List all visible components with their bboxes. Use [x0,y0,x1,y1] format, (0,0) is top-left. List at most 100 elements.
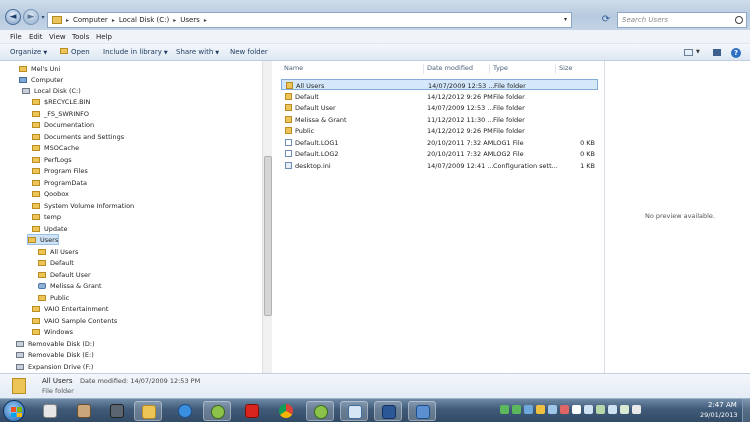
file-row[interactable]: Melissa & Grant 11/12/2012 11:30 ... File … [281,114,598,125]
menu-tools[interactable]: Tools [72,33,89,41]
tree-item[interactable]: _FS_SWRINFO [32,108,89,119]
column-divider[interactable] [423,64,424,74]
tray-network-icon[interactable] [584,405,593,414]
file-row[interactable]: Default 14/12/2012 9:26 PM File folder [281,91,598,102]
tray-sync-icon[interactable] [500,405,509,414]
tree-item[interactable]: Computer [19,74,63,85]
breadcrumb-computer[interactable]: Computer [73,16,108,24]
tree-item[interactable]: ProgramData [32,177,87,188]
chevron-down-icon[interactable]: ▾ [564,16,567,23]
tree-item[interactable]: Qoobox [32,188,69,199]
taskbar-clock-app-2[interactable] [306,401,334,421]
chevron-down-icon: ▼ [215,50,220,56]
taskbar-media-player[interactable] [36,401,64,421]
tray-flag-icon[interactable] [572,405,581,414]
taskbar-tool[interactable] [103,401,131,421]
nav-scroll-thumb[interactable] [264,156,272,316]
column-header-type[interactable]: Type [493,64,508,72]
tree-item[interactable]: Local Disk (C:) [22,85,81,96]
tray-wifi-icon[interactable] [620,405,629,414]
tray-antivirus-icon[interactable] [560,405,569,414]
tree-item[interactable]: Documents and Settings [32,131,124,142]
open-button[interactable]: Open [60,48,90,56]
taskbar-camera[interactable] [70,401,98,421]
tree-item[interactable]: Program Files [32,165,88,176]
tree-item[interactable]: Expansion Drive (F:) [16,361,93,372]
taskbar-window-switcher[interactable] [340,401,368,421]
breadcrumb-local-disk[interactable]: Local Disk (C:) [119,16,169,24]
new-folder-button[interactable]: New folder [230,48,268,56]
tree-item[interactable]: VAIO Entertainment [32,303,108,314]
include-in-library-button[interactable]: Include in library ▼ [103,48,168,56]
chevron-right-icon[interactable]: ▸ [204,17,207,24]
file-row[interactable]: Public 14/12/2012 9:26 PM File folder [281,125,598,136]
file-row[interactable]: Default.LOG1 20/10/2011 7:32 AM LOG1 File 0… [281,137,598,148]
tree-item[interactable]: Mel's Uni [19,63,60,74]
tree-item[interactable]: MSOCache [32,142,79,153]
start-button[interactable] [3,400,25,422]
tree-item[interactable]: PerfLogs [32,154,72,165]
tree-item[interactable]: Update [32,223,68,234]
tree-item[interactable]: Removable Disk (E:) [16,349,94,360]
chevron-right-icon[interactable]: ▸ [173,17,176,24]
recent-pages-button[interactable]: ▾ [40,14,46,21]
tree-item[interactable]: Public [38,292,69,303]
file-row[interactable]: All Users 14/07/2009 12:53 ... File folder [281,79,598,90]
breadcrumb-users[interactable]: Users [180,16,200,24]
change-view-icon[interactable] [684,49,693,56]
tree-item[interactable]: All Users [38,246,78,257]
taskbar-acrobat[interactable] [238,401,266,421]
tree-item[interactable]: Melissa & Grant [38,280,102,291]
clock-date[interactable]: 29/01/2013 [700,411,737,419]
tray-security-icon[interactable] [536,405,545,414]
tray-volume-icon[interactable] [632,405,641,414]
taskbar-chrome[interactable] [272,401,300,421]
tree-item[interactable]: temp [32,211,61,222]
share-with-button[interactable]: Share with ▼ [176,48,219,56]
tree-item[interactable]: Documentation [32,119,94,130]
taskbar-word[interactable] [374,401,402,421]
tree-item[interactable]: VAIO Sample Contents [32,315,117,326]
tree-item[interactable]: System Volume Information [32,200,134,211]
tree-item[interactable]: Default [38,257,74,268]
file-row[interactable]: Default.LOG2 20/10/2011 7:32 AM LOG2 File 0… [281,148,598,159]
search-input[interactable]: Search Users [617,12,747,28]
column-header-name[interactable]: Name [284,64,303,72]
tree-item[interactable]: Users [27,234,60,245]
tree-item[interactable]: $RECYCLE.BIN [32,96,90,107]
forward-button[interactable]: ► [23,9,39,25]
address-bar[interactable]: ▸ Computer ▸ Local Disk (C:) ▸ Users ▸ ▾ [47,12,572,28]
column-header-date[interactable]: Date modified [427,64,473,72]
taskbar-internet-explorer[interactable] [171,401,199,421]
clock-time[interactable]: 2:47 AM [708,401,737,409]
organize-button[interactable]: Organize ▼ [10,48,47,56]
menu-edit[interactable]: Edit [29,33,43,41]
tree-item[interactable]: Default User [38,269,91,280]
chevron-right-icon[interactable]: ▸ [112,17,115,24]
tray-battery-icon[interactable] [596,405,605,414]
column-divider[interactable] [489,64,490,74]
tree-item[interactable]: Windows [32,326,73,337]
menu-file[interactable]: File [10,33,22,41]
tray-app-icon[interactable] [548,405,557,414]
back-button[interactable]: ◄ [5,9,21,25]
file-row[interactable]: desktop.ini 14/07/2009 12:41 ... Configura… [281,160,598,171]
help-icon[interactable]: ? [731,48,741,58]
file-row[interactable]: Default User 14/07/2009 12:53 ... File fol… [281,102,598,113]
tray-app-icon[interactable] [524,405,533,414]
tray-monitor-icon[interactable] [608,405,617,414]
show-desktop-button[interactable] [742,399,750,422]
tree-item[interactable]: Removable Disk (D:) [16,338,95,349]
taskbar-explorer[interactable] [134,401,162,421]
refresh-button[interactable]: ⟳ [599,13,613,27]
preview-pane-icon[interactable] [713,49,721,56]
nav-scrollbar[interactable] [262,61,272,373]
menu-help[interactable]: Help [96,33,112,41]
taskbar-control-panel[interactable] [408,401,436,421]
taskbar-clock-app[interactable] [203,401,231,421]
menu-view[interactable]: View [49,33,66,41]
column-header-size[interactable]: Size [559,64,572,72]
column-divider[interactable] [555,64,556,74]
chevron-down-icon[interactable]: ▼ [696,49,700,55]
tray-update-icon[interactable] [512,405,521,414]
